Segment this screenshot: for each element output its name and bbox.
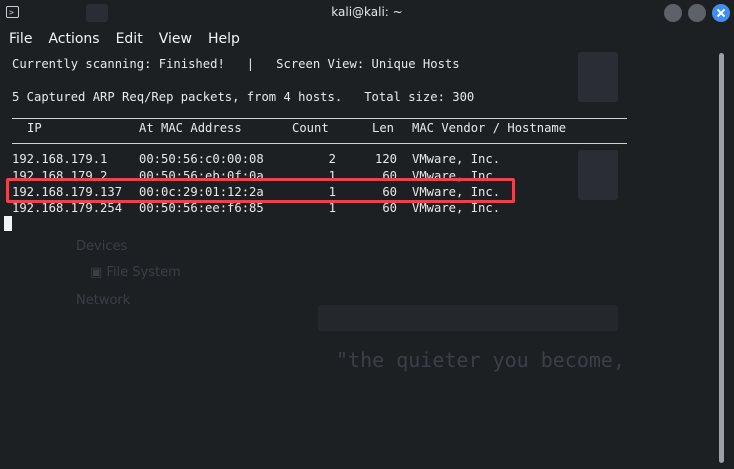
row-len: 120 — [374, 152, 397, 166]
row-ip: 192.168.179.254 — [12, 201, 123, 215]
text-cursor — [4, 216, 12, 231]
row-vendor: VMware, Inc. — [412, 201, 501, 215]
header-bottom-rule — [12, 143, 627, 144]
header-vendor: MAC Vendor / Hostname — [412, 121, 567, 135]
row-ip: 192.168.179.1 — [12, 152, 108, 166]
scrollbar[interactable] — [719, 53, 724, 463]
header-ip: IP — [27, 121, 42, 135]
row-vendor: VMware, Inc. — [412, 152, 501, 166]
header-count: Count — [292, 121, 329, 135]
menu-edit[interactable]: Edit — [107, 29, 150, 51]
title-bar: > kali@kali: ~ — [0, 0, 734, 27]
highlight-annotation-box — [6, 178, 515, 203]
scan-status-line: Currently scanning: Finished! | Screen V… — [12, 57, 460, 71]
terminal-output[interactable]: Currently scanning: Finished! | Screen V… — [0, 53, 716, 469]
row-len: 60 — [382, 201, 397, 215]
header-mac: At MAC Address — [139, 121, 242, 135]
row-mac: 00:50:56:c0:00:08 — [139, 152, 264, 166]
row-mac: 00:50:56:ee:f6:85 — [139, 201, 264, 215]
close-icon[interactable] — [712, 4, 730, 22]
row-count: 1 — [328, 201, 336, 215]
header-top-rule — [12, 118, 627, 119]
window-title: kali@kali: ~ — [331, 5, 403, 19]
minimize-icon[interactable] — [664, 4, 682, 22]
menu-bar: File Actions Edit View Help — [0, 29, 247, 51]
header-len: Len — [372, 121, 395, 135]
menu-file[interactable]: File — [0, 29, 39, 51]
row-count: 2 — [328, 152, 336, 166]
maximize-icon[interactable] — [688, 4, 706, 22]
menu-view[interactable]: View — [150, 29, 199, 51]
menu-help[interactable]: Help — [199, 29, 247, 51]
scan-summary-line: 5 Captured ARP Req/Rep packets, from 4 h… — [12, 90, 475, 104]
menu-actions[interactable]: Actions — [39, 29, 106, 51]
terminal-window: Devices ▣ File System Network "the quiet… — [0, 0, 734, 469]
